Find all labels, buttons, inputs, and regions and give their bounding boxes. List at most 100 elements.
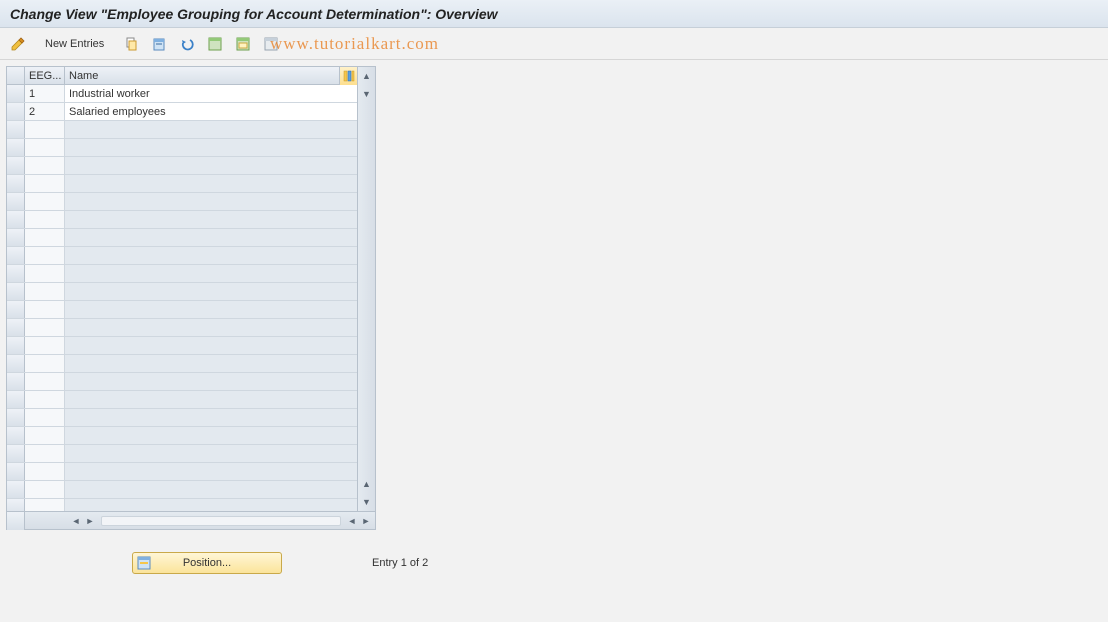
cell-name[interactable] bbox=[65, 319, 357, 336]
table-row-empty[interactable] bbox=[7, 265, 357, 283]
cell-name[interactable] bbox=[65, 391, 357, 408]
cell-eeg[interactable]: 1 bbox=[25, 85, 65, 102]
cell-eeg[interactable]: 2 bbox=[25, 103, 65, 120]
select-all-rows[interactable] bbox=[7, 67, 25, 84]
cell-name[interactable] bbox=[65, 427, 357, 444]
cell-eeg[interactable] bbox=[25, 193, 65, 210]
scroll-right-icon[interactable]: ► bbox=[359, 514, 373, 528]
cell-eeg[interactable] bbox=[25, 481, 65, 498]
cell-name[interactable] bbox=[65, 481, 357, 498]
row-selector[interactable] bbox=[7, 445, 25, 462]
table-row-empty[interactable] bbox=[7, 355, 357, 373]
row-selector[interactable] bbox=[7, 121, 25, 138]
cell-name[interactable] bbox=[65, 355, 357, 372]
scroll-down-small-icon[interactable]: ▼ bbox=[359, 86, 375, 102]
cell-name[interactable] bbox=[65, 211, 357, 228]
cell-name[interactable] bbox=[65, 301, 357, 318]
scroll-right-small-icon[interactable]: ► bbox=[83, 514, 97, 528]
row-selector[interactable] bbox=[7, 319, 25, 336]
table-row-empty[interactable] bbox=[7, 157, 357, 175]
cell-eeg[interactable] bbox=[25, 373, 65, 390]
deselect-all-button[interactable] bbox=[259, 33, 283, 55]
row-selector[interactable] bbox=[7, 247, 25, 264]
undo-button[interactable] bbox=[175, 33, 199, 55]
cell-eeg[interactable] bbox=[25, 175, 65, 192]
table-row-empty[interactable] bbox=[7, 337, 357, 355]
col-eeg[interactable]: EEG... bbox=[25, 67, 65, 84]
cell-name[interactable] bbox=[65, 499, 357, 511]
cell-eeg[interactable] bbox=[25, 463, 65, 480]
cell-eeg[interactable] bbox=[25, 427, 65, 444]
scroll-down-icon[interactable]: ▼ bbox=[359, 494, 375, 510]
cell-name[interactable] bbox=[65, 283, 357, 300]
row-selector[interactable] bbox=[7, 463, 25, 480]
cell-eeg[interactable] bbox=[25, 319, 65, 336]
cell-name[interactable]: Salaried employees bbox=[65, 103, 357, 120]
table-row-empty[interactable] bbox=[7, 229, 357, 247]
cell-name[interactable]: Industrial worker bbox=[65, 85, 357, 102]
table-row-empty[interactable] bbox=[7, 283, 357, 301]
table-row-empty[interactable] bbox=[7, 373, 357, 391]
table-row-empty[interactable] bbox=[7, 121, 357, 139]
cell-eeg[interactable] bbox=[25, 391, 65, 408]
cell-name[interactable] bbox=[65, 175, 357, 192]
cell-name[interactable] bbox=[65, 373, 357, 390]
table-row-empty[interactable] bbox=[7, 211, 357, 229]
cell-eeg[interactable] bbox=[25, 157, 65, 174]
row-selector[interactable] bbox=[7, 193, 25, 210]
table-row-empty[interactable] bbox=[7, 193, 357, 211]
cell-eeg[interactable] bbox=[25, 121, 65, 138]
cell-name[interactable] bbox=[65, 247, 357, 264]
cell-eeg[interactable] bbox=[25, 499, 65, 511]
row-selector[interactable] bbox=[7, 337, 25, 354]
row-selector[interactable] bbox=[7, 391, 25, 408]
vertical-scrollbar[interactable]: ▲ ▼ ▲ ▼ bbox=[357, 67, 375, 511]
table-config-icon[interactable] bbox=[339, 67, 357, 85]
table-row-empty[interactable] bbox=[7, 481, 357, 499]
delete-button[interactable] bbox=[147, 33, 171, 55]
row-selector[interactable] bbox=[7, 373, 25, 390]
new-entries-button[interactable]: New Entries bbox=[34, 33, 115, 55]
table-row-empty[interactable] bbox=[7, 409, 357, 427]
cell-name[interactable] bbox=[65, 229, 357, 246]
row-selector[interactable] bbox=[7, 283, 25, 300]
col-name[interactable]: Name bbox=[65, 67, 357, 84]
row-selector[interactable] bbox=[7, 265, 25, 282]
cell-name[interactable] bbox=[65, 193, 357, 210]
cell-eeg[interactable] bbox=[25, 355, 65, 372]
scroll-up-icon[interactable]: ▲ bbox=[359, 68, 375, 84]
cell-name[interactable] bbox=[65, 409, 357, 426]
select-block-button[interactable] bbox=[231, 33, 255, 55]
cell-name[interactable] bbox=[65, 265, 357, 282]
row-selector[interactable] bbox=[7, 409, 25, 426]
scroll-left-small-icon[interactable]: ◄ bbox=[345, 514, 359, 528]
cell-name[interactable] bbox=[65, 445, 357, 462]
horizontal-scrollbar[interactable]: ◄ ► ◄ ► bbox=[7, 511, 375, 529]
row-selector[interactable] bbox=[7, 157, 25, 174]
cell-name[interactable] bbox=[65, 463, 357, 480]
table-row-empty[interactable] bbox=[7, 301, 357, 319]
table-row[interactable]: 1Industrial worker bbox=[7, 85, 357, 103]
table-row-empty[interactable] bbox=[7, 499, 357, 511]
table-row-empty[interactable] bbox=[7, 463, 357, 481]
row-selector[interactable] bbox=[7, 103, 25, 120]
cell-eeg[interactable] bbox=[25, 139, 65, 156]
table-row-empty[interactable] bbox=[7, 139, 357, 157]
table-row-empty[interactable] bbox=[7, 319, 357, 337]
row-selector[interactable] bbox=[7, 85, 25, 102]
select-all-button[interactable] bbox=[203, 33, 227, 55]
row-selector[interactable] bbox=[7, 427, 25, 444]
cell-eeg[interactable] bbox=[25, 211, 65, 228]
cell-name[interactable] bbox=[65, 121, 357, 138]
cell-eeg[interactable] bbox=[25, 301, 65, 318]
cell-eeg[interactable] bbox=[25, 229, 65, 246]
row-selector[interactable] bbox=[7, 211, 25, 228]
row-selector[interactable] bbox=[7, 499, 25, 511]
scroll-left-icon[interactable]: ◄ bbox=[69, 514, 83, 528]
cell-eeg[interactable] bbox=[25, 409, 65, 426]
toggle-edit-button[interactable] bbox=[6, 33, 30, 55]
table-row[interactable]: 2Salaried employees bbox=[7, 103, 357, 121]
cell-eeg[interactable] bbox=[25, 247, 65, 264]
copy-as-button[interactable] bbox=[119, 33, 143, 55]
row-selector[interactable] bbox=[7, 229, 25, 246]
